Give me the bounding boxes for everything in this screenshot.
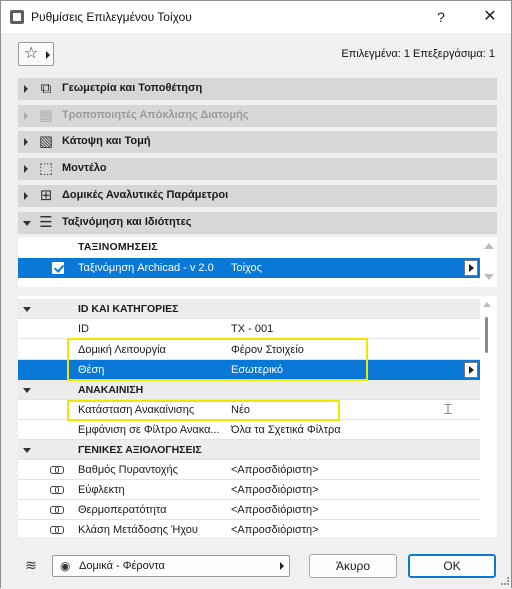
custom-property-edit-icon[interactable]: ⌶: [439, 401, 457, 419]
property-name: Θέση: [78, 364, 105, 376]
chevron-right-icon: [24, 112, 28, 120]
classification-checkbox[interactable]: [52, 262, 64, 274]
star-icon: ☆: [24, 45, 39, 62]
window-title: Ρυθμίσεις Επιλεγμένου Τοίχου: [31, 10, 192, 24]
resize-grip[interactable]: [501, 577, 509, 585]
panel-label: Γεωμετρία και Τοποθέτηση: [62, 82, 203, 94]
profile-modifier-icon: ▦: [38, 107, 54, 124]
help-button[interactable]: ?: [427, 5, 455, 29]
property-row[interactable]: Βαθμός Πυραντοχής <Απροσδιόριστη>: [18, 460, 480, 480]
property-name: Θερμοπερατότητα: [78, 504, 167, 516]
scroll-up-icon[interactable]: [484, 243, 494, 249]
properties-list: ID ΚΑΙ ΚΑΤΗΓΟΡΙΕΣ ID ΤΧ - 001 Δομική Λει…: [18, 296, 497, 537]
property-value[interactable]: <Απροσδιόριστη>: [231, 484, 319, 496]
panel-label: Μοντέλο: [62, 162, 107, 174]
structural-analysis-icon: ⊞: [39, 187, 53, 204]
panel-profile-modifiers: ▦ Τροποποιητές Απόκλισης Διατομής: [18, 105, 497, 127]
chevron-right-icon: [24, 138, 28, 146]
panel-label: Κάτοψη και Τομή: [62, 135, 151, 147]
panel-floorplan-section[interactable]: ▧ Κάτοψη και Τομή: [18, 131, 497, 153]
panel-label: Τροποποιητές Απόκλισης Διατομής: [62, 109, 249, 121]
classification-properties-icon: ☰: [39, 214, 53, 231]
group-label: ΑΝΑΚΑΙΝΙΣΗ: [78, 384, 144, 396]
link-icon: [50, 465, 64, 474]
chevron-right-icon: [24, 85, 28, 93]
panel-structural-analysis[interactable]: ⊞ Δομικές Αναλυτικές Παράμετροι: [18, 185, 497, 207]
property-value[interactable]: Νέο: [231, 404, 250, 416]
property-row[interactable]: Κλάση Μετάδοσης Ήχου <Απροσδιόριστη>: [18, 520, 480, 537]
ok-button[interactable]: OK: [408, 554, 496, 578]
app-icon: [10, 10, 24, 24]
wall-settings-dialog: Ρυθμίσεις Επιλεγμένου Τοίχου ? ✕ ☆ Επιλε…: [0, 0, 512, 589]
classifications-header: ΤΑΞΙΝΟΜΗΣΕΙΣ: [78, 241, 158, 253]
floorplan-section-icon: ▧: [38, 133, 54, 150]
property-value[interactable]: Φέρον Στοιχείο: [231, 344, 304, 356]
group-label: ID ΚΑΙ ΚΑΤΗΓΟΡΙΕΣ: [78, 303, 179, 315]
chevron-down-icon: [23, 307, 31, 312]
classifications-list: ΤΑΞΙΝΟΜΗΣΕΙΣ Ταξινόμηση Archicad - v 2.0…: [18, 237, 497, 287]
group-general-ratings[interactable]: ΓΕΝΙΚΕΣ ΑΞΙΟΛΟΓΗΣΕΙΣ: [18, 440, 480, 460]
model-icon: ⬚: [38, 160, 54, 177]
scroll-up-icon[interactable]: [483, 302, 491, 307]
close-button[interactable]: ✕: [476, 5, 504, 29]
chevron-right-icon[interactable]: [464, 362, 478, 378]
scrollbar-thumb[interactable]: [485, 317, 488, 353]
chevron-right-icon: [46, 51, 50, 59]
geometry-icon: ⧉: [40, 80, 52, 97]
layer-select[interactable]: ◉ Δομικά - Φέροντα: [52, 555, 290, 577]
property-name: Βαθμός Πυραντοχής: [78, 464, 178, 476]
chevron-right-icon: [24, 165, 28, 173]
cancel-button[interactable]: Άκυρο: [309, 554, 397, 578]
scroll-down-icon[interactable]: [484, 274, 494, 280]
layer-value: Δομικά - Φέροντα: [79, 560, 165, 572]
panel-geometry-positioning[interactable]: ⧉ Γεωμετρία και Τοποθέτηση: [18, 78, 497, 100]
chevron-down-icon: [23, 221, 31, 226]
property-name: Εμφάνιση σε Φίλτρο Ανακα...: [78, 424, 220, 436]
property-row[interactable]: Εμφάνιση σε Φίλτρο Ανακα... Όλα τα Σχετι…: [18, 420, 480, 440]
property-name: Δομική Λειτουργία: [78, 344, 166, 356]
classification-value[interactable]: Τοίχος: [231, 262, 262, 274]
link-icon: [50, 525, 64, 534]
property-row[interactable]: Κατάσταση Ανακαίνισης Νέο: [18, 400, 480, 420]
property-name: Κλάση Μετάδοσης Ήχου: [78, 524, 198, 536]
property-row-selected[interactable]: Θέση Εσωτερικό: [18, 360, 480, 380]
chevron-down-icon: [23, 388, 31, 393]
property-value[interactable]: Όλα τα Σχετικά Φίλτρα: [231, 424, 341, 436]
group-label: ΓΕΝΙΚΕΣ ΑΞΙΟΛΟΓΗΣΕΙΣ: [78, 444, 202, 456]
property-value[interactable]: <Απροσδιόριστη>: [231, 504, 319, 516]
chevron-right-icon[interactable]: [464, 260, 478, 276]
panel-model[interactable]: ⬚ Μοντέλο: [18, 158, 497, 180]
title-bar: Ρυθμίσεις Επιλεγμένου Τοίχου ? ✕: [1, 1, 511, 33]
property-row[interactable]: Δομική Λειτουργία Φέρον Στοιχείο: [18, 340, 480, 360]
layers-icon: ≋: [25, 557, 37, 573]
panel-label: Ταξινόμηση και Ιδιότητες: [62, 216, 192, 228]
panel-classification-properties[interactable]: ☰ Ταξινόμηση και Ιδιότητες: [18, 212, 497, 234]
property-value[interactable]: ΤΧ - 001: [231, 323, 273, 335]
property-value[interactable]: <Απροσδιόριστη>: [231, 524, 319, 536]
panel-label: Δομικές Αναλυτικές Παράμετροι: [62, 189, 229, 201]
property-row[interactable]: Θερμοπερατότητα <Απροσδιόριστη>: [18, 500, 480, 520]
link-icon: [50, 485, 64, 494]
property-name: ID: [78, 323, 89, 335]
classification-name: Ταξινόμηση Archicad - v 2.0: [78, 262, 214, 274]
classification-row[interactable]: Ταξινόμηση Archicad - v 2.0 Τοίχος: [18, 258, 480, 278]
property-name: Κατάσταση Ανακαίνισης: [78, 404, 195, 416]
property-value[interactable]: <Απροσδιόριστη>: [231, 464, 319, 476]
selection-count: Επιλεγμένα: 1 Επεξεργάσιμα: 1: [341, 48, 495, 60]
chevron-right-icon: [24, 192, 28, 200]
eye-icon: ◉: [60, 559, 71, 573]
property-name: Εύφλεκτη: [78, 484, 125, 496]
link-icon: [50, 505, 64, 514]
group-renovation[interactable]: ΑΝΑΚΑΙΝΙΣΗ: [18, 380, 480, 400]
chevron-down-icon: [23, 448, 31, 453]
chevron-right-icon: [280, 562, 284, 570]
property-row[interactable]: ID ΤΧ - 001: [18, 319, 480, 339]
favorites-button[interactable]: ☆: [18, 42, 54, 66]
property-value[interactable]: Εσωτερικό: [231, 364, 283, 376]
group-id-categories[interactable]: ID ΚΑΙ ΚΑΤΗΓΟΡΙΕΣ: [18, 299, 480, 319]
property-row[interactable]: Εύφλεκτη <Απροσδιόριστη>: [18, 480, 480, 500]
